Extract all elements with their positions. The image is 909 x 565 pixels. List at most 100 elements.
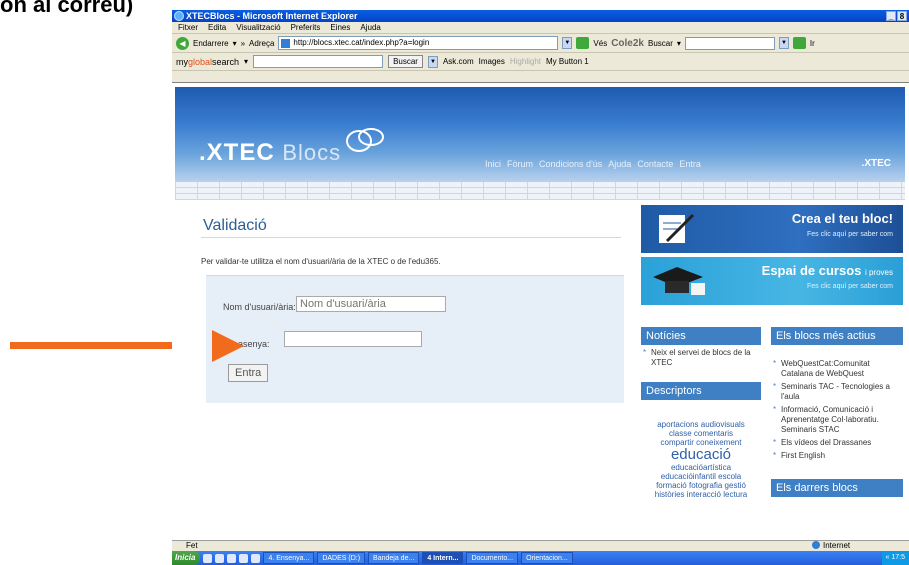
browser-window: XTECBlocs - Microsoft Internet Explorer … (172, 10, 909, 565)
courses-title: Espai de cursos i proves (761, 263, 893, 278)
nav-contacte[interactable]: Contacte (637, 159, 673, 169)
navigation-toolbar: ◀ Endarrere ▾ » Adreça http://blocs.xtec… (172, 34, 909, 53)
create-blog-title: Crea el teu bloc! (791, 211, 893, 226)
active-blog-item[interactable]: First English (771, 451, 903, 461)
tag-link[interactable]: històries interacció lectura (641, 490, 761, 499)
buscar-dropdown-icon[interactable]: ▼ (427, 55, 438, 68)
tag-link[interactable]: aportacions audiovisuals (641, 420, 761, 429)
buscar-button[interactable]: Buscar (388, 55, 423, 68)
news-item[interactable]: Neix el servei de blocs de la XTEC (641, 348, 761, 368)
active-blog-item[interactable]: Informació, Comunicació i Aprenentatge C… (771, 405, 903, 435)
quicklaunch-icon[interactable] (239, 553, 249, 563)
xtec-corner-logo[interactable]: .XTEC (862, 158, 891, 169)
taskbar-item-active[interactable]: 4 Intern... (422, 552, 464, 564)
cole-go-icon[interactable] (792, 37, 806, 49)
minimize-button[interactable]: _ (886, 11, 896, 21)
mgs-dropdown-icon[interactable]: ▾ (244, 57, 248, 66)
courses-subtitle: Fes clic aquí per saber com (807, 283, 893, 290)
cole-search-dropdown-icon[interactable]: ▼ (778, 37, 789, 49)
quicklaunch-icon[interactable] (203, 553, 213, 563)
window-controls: _ 8 (886, 11, 907, 21)
nav-ajuda[interactable]: Ajuda (608, 159, 631, 169)
menu-preferits[interactable]: Preferits (291, 22, 321, 33)
tag-link[interactable]: educacióartística (641, 463, 761, 472)
quicklaunch-icon[interactable] (215, 553, 225, 563)
site-nav: Inici Fòrum Condicions d'ús Ajuda Contac… (485, 159, 701, 169)
login-submit-button[interactable]: Entra (228, 364, 269, 382)
my-button[interactable]: My Button 1 (546, 57, 589, 66)
username-label: Nom d'usuari/ària: (223, 302, 296, 312)
taskbar: Inicia 4. Ensenya... DADES (D:) Bandeja … (172, 551, 909, 565)
page-viewport: .XTEC Blocs Inici Fòrum Condicions d'ús … (172, 82, 909, 540)
mgs-search-input[interactable] (253, 55, 384, 68)
address-input[interactable]: http://blocs.xtec.cat/index.php?a=login (278, 36, 559, 50)
toolbar-overflow-icon[interactable]: » (241, 39, 245, 48)
go-arrow-icon[interactable] (576, 37, 590, 49)
active-blog-item[interactable]: WebQuestCat:Comunitat Catalana de WebQue… (771, 359, 903, 379)
address-dropdown-icon[interactable]: ▼ (562, 37, 573, 49)
tag-link[interactable]: educacióinfantil escola (641, 472, 761, 481)
annotation-arrow-icon (212, 330, 244, 362)
images-link[interactable]: Images (479, 57, 505, 66)
window-title: XTECBlocs - Microsoft Internet Explorer (186, 11, 358, 21)
go-button[interactable]: Vés (593, 39, 607, 48)
taskbar-item[interactable]: DADES (D:) (317, 552, 366, 564)
system-tray-clock: « 17:5 (881, 551, 909, 565)
menu-eines[interactable]: Eines (330, 22, 350, 33)
cole-search-button[interactable]: Buscar (648, 39, 673, 48)
quicklaunch-icon[interactable] (251, 553, 261, 563)
taskbar-item[interactable]: Orientacion... (521, 552, 573, 564)
menu-visualitzacio[interactable]: Visualització (236, 22, 280, 33)
news-column: Notícies Neix el servei de blocs de la X… (641, 327, 761, 499)
back-dropdown-icon[interactable]: ▾ (233, 39, 237, 48)
decorative-grid-strip (175, 182, 905, 200)
taskbar-item[interactable]: 4. Ensenya... (263, 552, 315, 564)
myglobalsearch-logo: myglobalsearch (176, 56, 240, 67)
active-blog-item[interactable]: Els vídeos del Drassanes (771, 438, 903, 448)
nav-condicions[interactable]: Condicions d'ús (539, 159, 602, 169)
login-form: Nom d'usuari/ària: asenya: Entra (206, 275, 624, 403)
start-button[interactable]: Inicia (172, 551, 201, 565)
active-blogs-column: Els blocs més actius WebQuestCat:Comunit… (771, 327, 903, 497)
site-logo[interactable]: .XTEC Blocs (199, 139, 341, 167)
back-arrow-icon[interactable]: ◀ (176, 36, 189, 50)
active-blog-item[interactable]: Seminaris TAC - Tecnologies a l'aula (771, 382, 903, 402)
maximize-button[interactable]: 8 (897, 11, 907, 21)
tag-link[interactable]: educació (641, 447, 761, 463)
address-value: http://blocs.xtec.cat/index.php?a=login (293, 38, 430, 47)
quicklaunch-icon[interactable] (227, 553, 237, 563)
status-bar: Fet Internet (172, 540, 909, 551)
address-label: Adreça (249, 38, 275, 48)
tag-link[interactable]: formació fotografia gestió (641, 481, 761, 490)
tag-link[interactable]: classe comentaris (641, 429, 761, 438)
menu-ajuda[interactable]: Ajuda (360, 22, 380, 33)
password-field[interactable] (284, 331, 422, 347)
graduation-cap-icon (653, 267, 705, 295)
menu-fitxer[interactable]: Fitxer (178, 22, 198, 33)
menu-edita[interactable]: Edita (208, 22, 226, 33)
create-blog-promo[interactable]: Crea el teu bloc! Fes clic aquí per sabe… (641, 205, 903, 253)
back-button[interactable]: Endarrere (193, 39, 229, 48)
cole-search-input[interactable] (684, 36, 775, 50)
taskbar-item[interactable]: Documento... (466, 552, 519, 564)
status-text: Fet (186, 541, 198, 550)
annotation-caption: on al correu) (0, 0, 134, 17)
nav-inici[interactable]: Inici (485, 159, 501, 169)
courses-promo[interactable]: Espai de cursos i proves Fes clic aquí p… (641, 257, 903, 305)
site-banner: .XTEC Blocs Inici Fòrum Condicions d'ús … (175, 87, 905, 182)
active-blogs-header: Els blocs més actius (771, 327, 903, 345)
cole-dropdown-icon[interactable]: ▾ (677, 39, 681, 48)
nav-entra[interactable]: Entra (679, 159, 701, 169)
taskbar-item[interactable]: Bandeja de... (368, 552, 420, 564)
news-header: Notícies (641, 327, 761, 345)
title-divider (201, 237, 621, 238)
window-titlebar: XTECBlocs - Microsoft Internet Explorer … (172, 10, 909, 22)
highlight-button[interactable]: Highlight (510, 57, 541, 66)
ask-link[interactable]: Ask.com (443, 57, 474, 66)
cole-go-label[interactable]: Ir (810, 39, 815, 48)
notepad-pen-icon (659, 213, 695, 243)
search-toolbar: myglobalsearch ▾ Buscar ▼ Ask.com Images… (172, 53, 909, 71)
nav-forum[interactable]: Fòrum (507, 159, 533, 169)
username-field[interactable] (296, 296, 446, 312)
latest-blogs-header: Els darrers blocs (771, 479, 903, 497)
